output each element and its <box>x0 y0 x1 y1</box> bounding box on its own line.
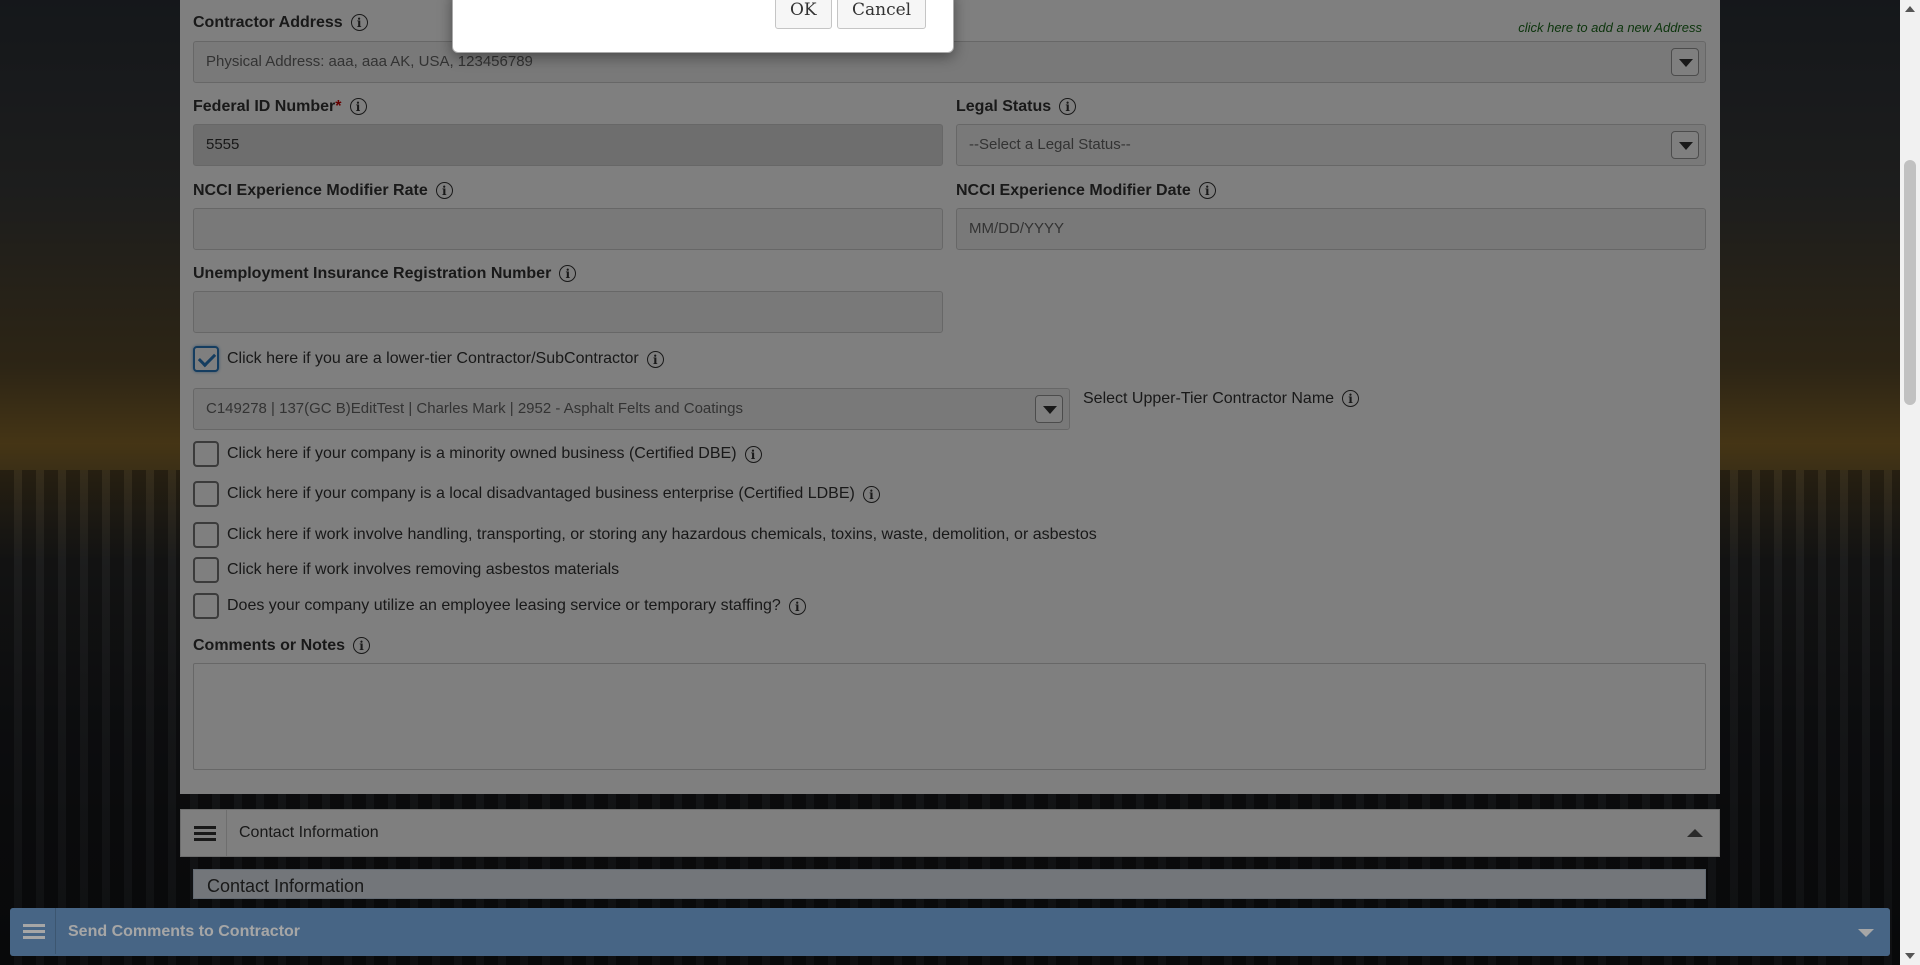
confirm-dialog: OK Cancel <box>452 0 954 53</box>
page-scrollbar[interactable] <box>1900 0 1920 965</box>
scroll-down-icon[interactable] <box>1905 953 1915 959</box>
modal-overlay <box>0 0 1920 965</box>
footer-dim <box>10 908 1890 956</box>
scroll-up-icon[interactable] <box>1905 6 1915 12</box>
scrollbar-thumb[interactable] <box>1904 160 1916 405</box>
cancel-button[interactable]: Cancel <box>837 0 927 29</box>
ok-button[interactable]: OK <box>775 0 832 29</box>
